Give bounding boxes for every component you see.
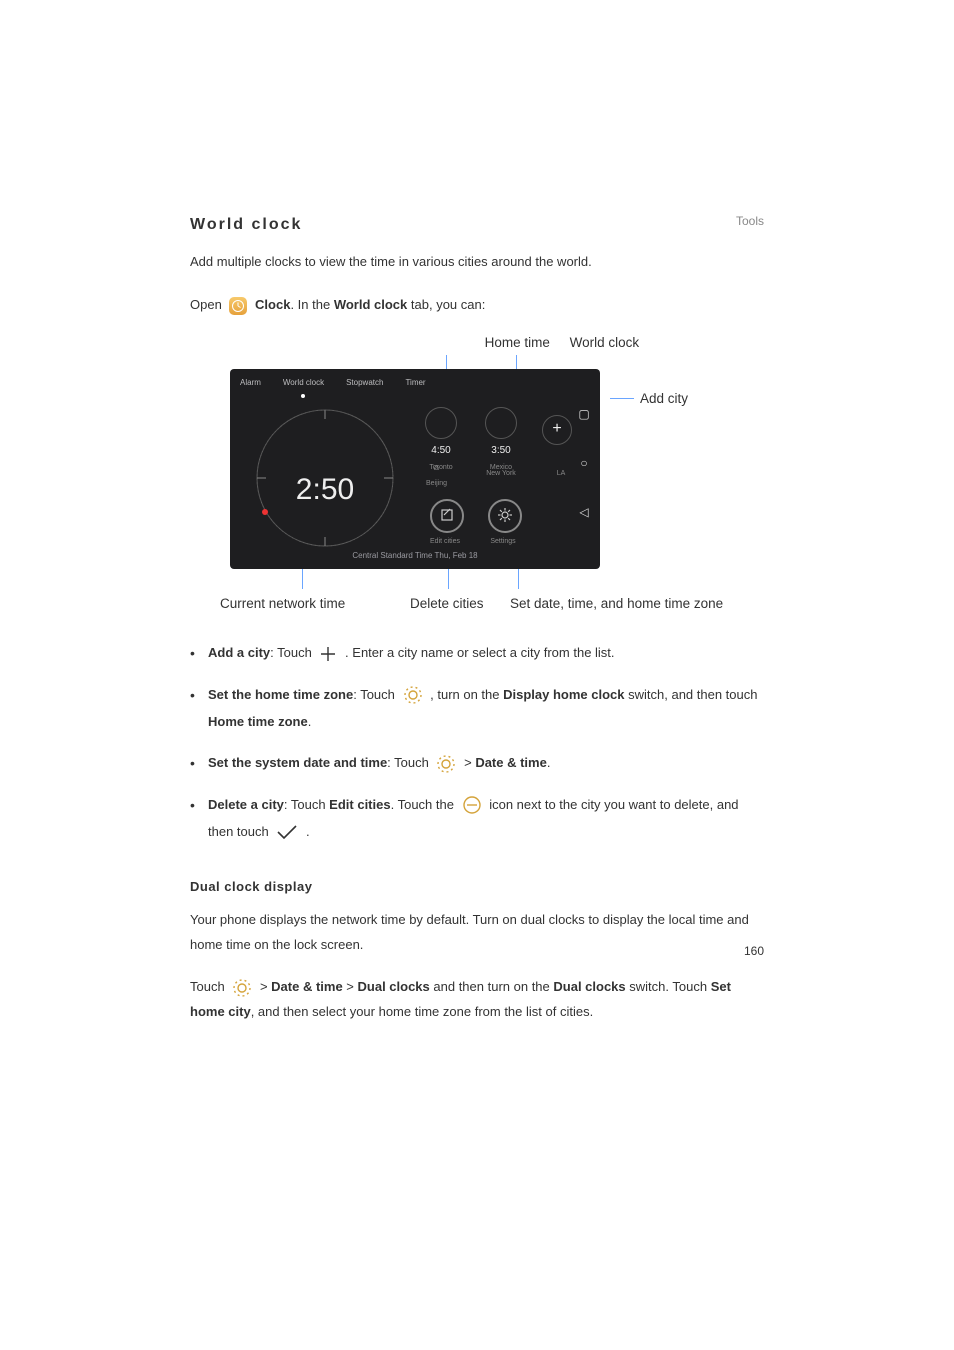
- edit-cities-label: Edit cities: [420, 535, 470, 548]
- clock-app-icon: [229, 297, 247, 315]
- plus-icon: [319, 645, 337, 663]
- tab-timer: Timer: [405, 375, 425, 397]
- phone-screenshot: Alarm World clock Stopwatch Timer: [230, 369, 600, 569]
- mini-time-1: 4:50: [416, 441, 466, 460]
- nav-recent-icon[interactable]: ▢: [574, 403, 594, 426]
- mini-clock-2: 3:50 Mexico: [476, 407, 526, 474]
- bullet-system-date-time: Set the system date and time: Touch > Da…: [208, 749, 764, 776]
- header-section-label: Tools: [736, 210, 764, 233]
- tab-alarm: Alarm: [240, 375, 261, 397]
- settings-label: Settings: [478, 535, 528, 548]
- instruction-list: Add a city: Touch . Enter a city name or…: [190, 639, 764, 845]
- dual-clock-para1: Your phone displays the network time by …: [190, 908, 764, 957]
- check-icon: [276, 824, 298, 840]
- edit-cities-button[interactable]: [430, 499, 464, 533]
- callout-current-network-time: Current network time: [220, 591, 345, 617]
- world-clock-figure: Home time World clock Alarm World clock …: [230, 330, 690, 620]
- add-city-button[interactable]: +: [542, 415, 572, 445]
- bullet-delete-city: Delete a city: Touch Edit cities. Touch …: [208, 791, 764, 846]
- bullet-home-time-zone: Set the home time zone: Touch , turn on …: [208, 681, 764, 736]
- txt: tab, you can:: [407, 297, 485, 312]
- tab-world-clock: World clock: [283, 375, 324, 397]
- mini-time-2: 3:50: [476, 441, 526, 460]
- gear-icon: [232, 978, 252, 998]
- callout-home-time: Home time: [477, 330, 558, 356]
- page-number: 160: [744, 940, 764, 963]
- nav-home-icon[interactable]: ○: [574, 452, 594, 475]
- dual-clock-para2: Touch > Date & time > Dual clocks and th…: [190, 975, 764, 1024]
- nav-back-icon[interactable]: ◁: [574, 501, 594, 524]
- world-clock-intro: Add multiple clocks to view the time in …: [190, 250, 764, 275]
- home-icon: ⌂: [426, 459, 447, 476]
- minus-circle-icon: [462, 795, 482, 815]
- txt: Open: [190, 297, 225, 312]
- callout-world-clock: World clock: [562, 330, 648, 356]
- callout-set-date-time: Set date, time, and home time zone: [510, 591, 723, 617]
- big-digital-time: 2:50: [250, 461, 400, 518]
- gear-icon: [436, 754, 456, 774]
- clock-app-name: Clock: [255, 297, 290, 312]
- world-clock-heading: World clock: [190, 210, 764, 240]
- dual-clock-heading: Dual clock display: [190, 875, 764, 900]
- open-clock-line: Open Clock. In the World clock tab, you …: [190, 293, 764, 318]
- bullet-add-city: Add a city: Touch . Enter a city name or…: [208, 639, 764, 666]
- settings-button[interactable]: [488, 499, 522, 533]
- callout-add-city: Add city: [610, 386, 688, 412]
- big-analog-clock: 2:50: [250, 403, 400, 553]
- txt: . In the: [290, 297, 333, 312]
- city-label-ny: New York: [476, 467, 526, 480]
- home-city-name: Beijing: [426, 477, 447, 490]
- home-city-indicator: ⌂ Beijing: [426, 459, 447, 489]
- gear-icon: [403, 685, 423, 705]
- callout-delete-cities: Delete cities: [410, 591, 484, 617]
- timezone-caption: Central Standard Time Thu, Feb 18: [230, 548, 600, 563]
- world-clock-tab-name: World clock: [334, 297, 407, 312]
- android-nav-bar: ▢ ○ ◁: [574, 403, 594, 523]
- tab-stopwatch: Stopwatch: [346, 375, 383, 397]
